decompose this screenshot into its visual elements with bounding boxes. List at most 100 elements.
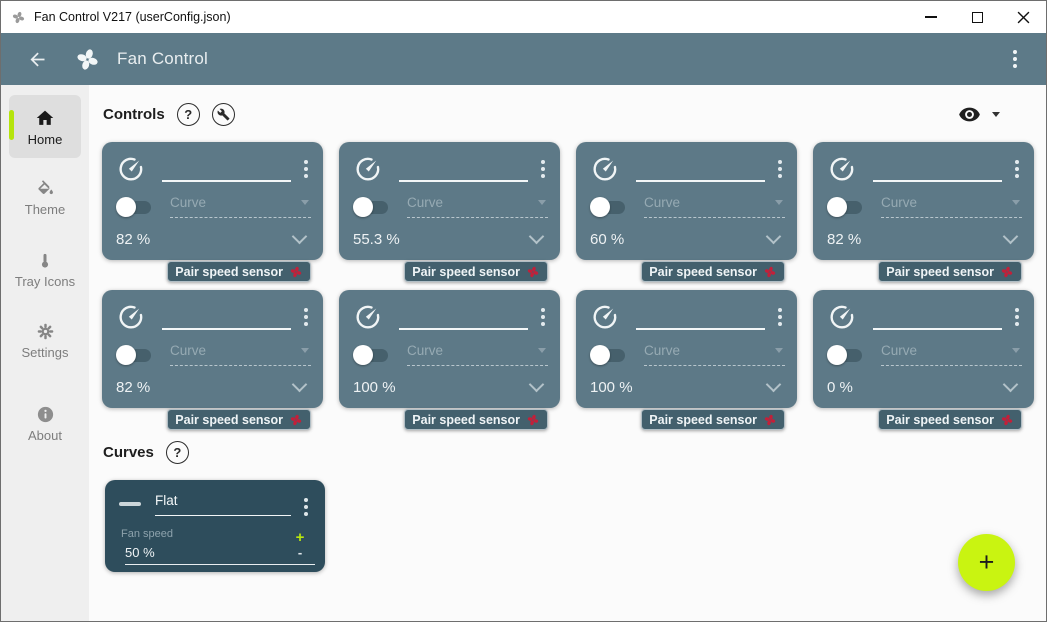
expand-chevron-icon[interactable] [1003,377,1019,393]
minimize-icon [925,16,937,17]
fan-card-menu-button[interactable] [1012,157,1022,181]
pair-speed-sensor-badge[interactable]: Pair speed sensor [878,261,1022,282]
curve-select[interactable]: Curve [881,195,1022,218]
maximize-button[interactable] [954,1,1000,33]
pair-speed-sensor-badge[interactable]: Pair speed sensor [641,409,785,430]
minimize-button[interactable] [908,1,954,33]
curve-select[interactable]: Curve [881,343,1022,366]
fan-percent: 60 % [590,231,624,248]
pair-speed-sensor-badge[interactable]: Pair speed sensor [167,409,311,430]
gauge-icon [116,302,146,332]
active-indicator [9,110,14,140]
eye-icon [958,103,981,126]
expand-chevron-icon[interactable] [292,377,308,393]
fan-card-menu-button[interactable] [775,157,785,181]
pair-speed-sensor-badge[interactable]: Pair speed sensor [641,261,785,282]
fan-name-field[interactable] [636,302,765,330]
toggle-knob [116,345,136,365]
fan-card-menu-button[interactable] [301,157,311,181]
pair-badge-label: Pair speed sensor [886,265,994,279]
fan-enable-toggle[interactable] [116,197,154,217]
appbar: Fan Control [1,33,1046,85]
fan-name-field[interactable] [399,302,528,330]
fan-name-field[interactable] [162,154,291,182]
close-button[interactable] [1000,1,1046,33]
expand-chevron-icon[interactable] [1003,229,1019,245]
fan-percent: 55.3 % [353,231,400,248]
fan-enable-toggle[interactable] [827,345,865,365]
curve-select[interactable]: Curve [407,195,548,218]
sidebar-item-about[interactable]: About [14,404,76,444]
controls-title: Controls [103,106,165,123]
pair-badge-label: Pair speed sensor [649,413,757,427]
add-button[interactable]: + [958,534,1015,591]
curve-select[interactable]: Curve [407,343,548,366]
dropdown-caret-icon [301,348,309,353]
gauge-icon [827,302,857,332]
pair-speed-sensor-badge[interactable]: Pair speed sensor [167,261,311,282]
fan-card-menu-button[interactable] [538,157,548,181]
pair-badge-label: Pair speed sensor [412,413,520,427]
increment-button[interactable]: + [296,530,305,545]
fan-enable-toggle[interactable] [353,197,391,217]
decrement-button[interactable]: - [298,546,302,559]
expand-chevron-icon[interactable] [292,229,308,245]
fan-card-menu-button[interactable] [1012,305,1022,329]
fan-enable-toggle[interactable] [590,197,628,217]
fan-name-field[interactable] [873,154,1002,182]
pair-speed-sensor-badge[interactable]: Pair speed sensor [404,261,548,282]
visibility-dropdown[interactable] [958,103,1000,126]
toggle-knob [116,197,136,217]
sidebar-item-settings[interactable]: Settings [14,321,76,361]
fan-percent: 82 % [116,379,150,396]
curve-select[interactable]: Curve [170,195,311,218]
red-fan-icon [526,265,540,279]
fan-name-field[interactable] [162,302,291,330]
fan-enable-toggle[interactable] [590,345,628,365]
back-button[interactable] [27,49,48,70]
expand-chevron-icon[interactable] [766,377,782,393]
toggle-knob [827,197,847,217]
curve-placeholder: Curve [407,195,443,210]
fan-speed-value[interactable]: 50 % [125,545,315,565]
curves-help-button[interactable]: ? [166,441,189,464]
sidebar-item-label: Settings [14,346,76,361]
expand-chevron-icon[interactable] [529,377,545,393]
toggle-knob [590,197,610,217]
expand-chevron-icon[interactable] [766,229,782,245]
fan-card-menu-button[interactable] [301,305,311,329]
fan-enable-toggle[interactable] [116,345,154,365]
controls-edit-button[interactable] [212,103,235,126]
curve-select[interactable]: Curve [644,195,785,218]
curve-name-field[interactable]: Flat [155,493,291,516]
red-fan-icon [289,265,303,279]
curve-card-menu-button[interactable] [301,495,311,519]
fan-name-field[interactable] [873,302,1002,330]
pair-speed-sensor-badge[interactable]: Pair speed sensor [878,409,1022,430]
pair-badge-label: Pair speed sensor [175,413,283,427]
fan-card-menu-button[interactable] [775,305,785,329]
fan-enable-toggle[interactable] [827,197,865,217]
main-content: Controls ? Curve [89,85,1047,621]
sidebar-item-home[interactable]: Home [9,95,81,158]
fan-app-icon [11,10,26,25]
controls-help-button[interactable]: ? [177,103,200,126]
fan-card: Curve 100 % Pair speed sensor [576,290,797,408]
expand-chevron-icon[interactable] [529,229,545,245]
curve-select[interactable]: Curve [644,343,785,366]
pair-badge-label: Pair speed sensor [649,265,757,279]
sidebar-item-tray-icons[interactable]: Tray Icons [14,251,76,290]
fan-name-field[interactable] [399,154,528,182]
sidebar-item-theme[interactable]: Theme [14,178,76,218]
curve-select[interactable]: Curve [170,343,311,366]
fan-enable-toggle[interactable] [353,345,391,365]
red-fan-icon [289,413,303,427]
fan-card-menu-button[interactable] [538,305,548,329]
fan-name-field[interactable] [636,154,765,182]
maximize-icon [972,12,983,23]
gauge-icon [590,154,620,184]
pair-badge-label: Pair speed sensor [175,265,283,279]
fan-card-grid: Curve 82 % Pair speed sensor Curve [102,142,1034,408]
pair-speed-sensor-badge[interactable]: Pair speed sensor [404,409,548,430]
appbar-menu-button[interactable] [1010,47,1020,71]
